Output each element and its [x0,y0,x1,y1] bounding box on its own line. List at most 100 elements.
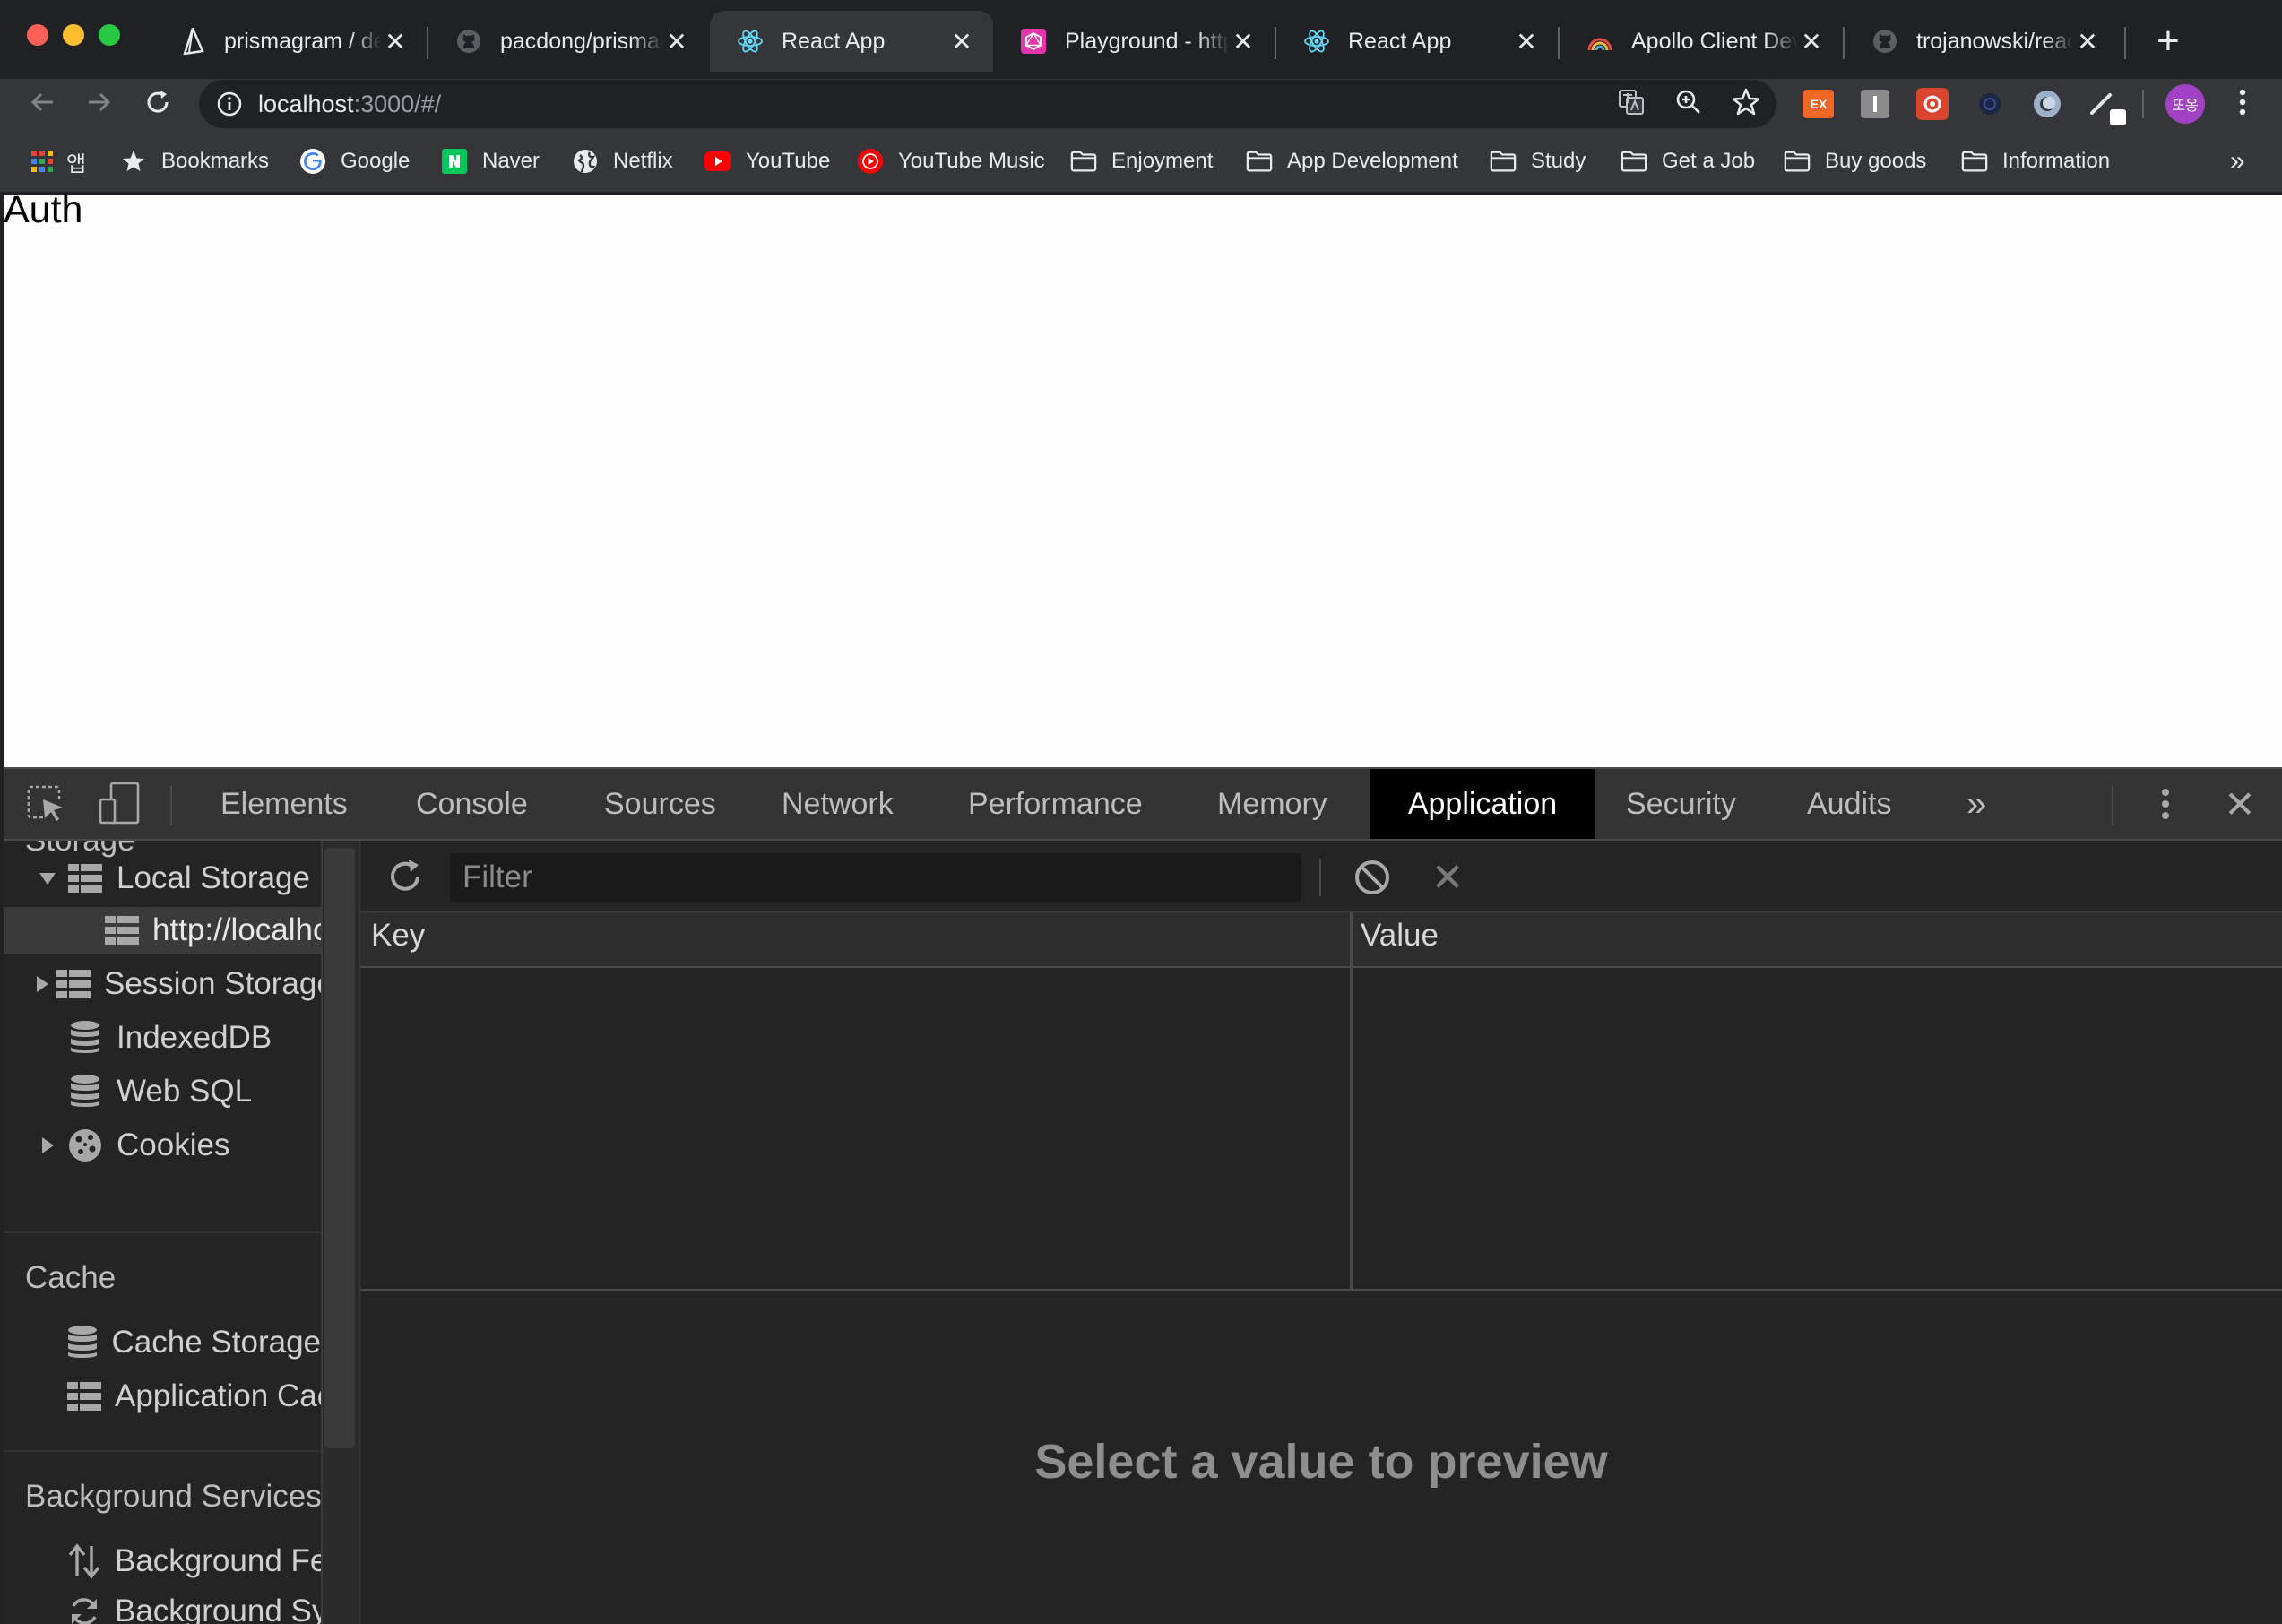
sidebar-item-websql[interactable]: Web SQL [4,1068,321,1115]
inspect-element-button[interactable] [25,783,66,825]
sidebar-item-indexeddb[interactable]: IndexedDB [4,1015,321,1061]
filter-input[interactable]: Filter [450,853,1301,902]
sidebar-item-background-fetch[interactable]: Background Fetch [4,1538,321,1585]
devtools-tab-sources[interactable]: Sources [574,769,747,839]
sidebar-section-background-services: Background Services [25,1479,321,1514]
block-icon [1352,860,1393,902]
browser-tab[interactable]: Apollo Client Devtools ✕ [1560,11,1843,72]
reload-button[interactable] [140,86,176,122]
bookmark-label: Netflix [613,149,673,173]
column-divider[interactable] [1350,912,1353,1291]
back-button[interactable] [25,86,61,122]
table-grid-icon [66,1378,102,1414]
bookmark-folder[interactable]: App Development [1246,143,1458,179]
sidebar-divider [4,1231,321,1233]
bookmark-folder[interactable]: Get a Job [1621,143,1755,179]
close-window-button[interactable] [27,24,48,46]
browser-tab[interactable]: React App ✕ [1276,11,1558,72]
browser-tab[interactable]: trojanowski/react-apollo-hooks ✕ [1845,11,2119,72]
graphql-icon [1020,28,1047,55]
forward-button[interactable] [81,86,117,122]
browser-tab[interactable]: Playground - http://localhost:4000 ✕ [993,11,1275,72]
devtools-tab-performance[interactable]: Performance [938,769,1173,839]
bookmark-item[interactable]: YouTube [704,143,830,179]
bookmark-folder[interactable]: Enjoyment [1070,143,1213,179]
extension-dark-icon[interactable] [1975,90,2004,118]
delete-selected-button[interactable]: ✕ [1427,856,1468,900]
extension-i-icon[interactable] [1861,90,1889,118]
react-icon [737,28,764,55]
extension-ring-icon[interactable] [2031,88,2063,120]
tab-close-button[interactable]: ✕ [1798,28,1825,56]
sidebar-item-label: Web SQL [117,1074,253,1109]
bookmark-label: Bookmarks [161,149,270,173]
tab-close-button[interactable]: ✕ [1230,28,1257,56]
column-header-value[interactable]: Value [1361,918,1439,954]
zoom-button[interactable] [1671,86,1707,122]
extension-ex-icon[interactable]: EX [1803,90,1834,118]
tab-close-button[interactable]: ✕ [382,28,409,56]
devtools-tab-application[interactable]: Application [1370,769,1595,839]
devtools-tab-memory[interactable]: Memory [1187,769,1358,839]
extension-pen-icon[interactable] [2088,88,2128,127]
devtools-close-button[interactable]: ✕ [2217,782,2262,826]
devtools-tab-console[interactable]: Console [385,769,558,839]
column-header-key[interactable]: Key [371,918,425,954]
tab-close-button[interactable]: ✕ [948,28,975,56]
bookmark-item[interactable]: Netflix [572,143,673,179]
devtools-menu-button[interactable] [2153,782,2178,826]
devtools-tab-security[interactable]: Security [1595,769,1767,839]
database-icon [66,1020,104,1056]
bookmark-item[interactable]: Bookmarks [120,143,269,179]
browser-tab[interactable]: prismagram / dev ✕ [152,11,427,72]
bookmark-item[interactable]: Google [299,143,410,179]
sidebar-item-local-storage[interactable]: Local Storage [4,855,321,902]
bookmark-folder[interactable]: Study [1490,143,1586,179]
url-text[interactable]: localhost:3000/#/ [258,91,441,118]
devtools-tab-elements[interactable]: Elements [190,769,378,839]
tab-close-button[interactable]: ✕ [663,28,690,56]
bookmark-star-button[interactable] [1728,86,1764,122]
sidebar-item-local-origin[interactable]: http://localhost:3000 [4,907,321,954]
tab-close-button[interactable]: ✕ [1513,28,1540,56]
minimize-window-button[interactable] [63,24,84,46]
vertical-dots-icon [2238,88,2247,121]
tab-close-button[interactable]: ✕ [2074,28,2101,56]
google-icon [299,148,326,175]
extension-apollo-icon[interactable] [1916,88,1949,120]
bookmark-item[interactable]: YouTube Music [857,143,1045,179]
profile-avatar[interactable]: 또옹 [2165,84,2205,124]
browser-tab[interactable]: pacdong/prismagram ✕ [428,11,708,72]
devtools-tab-network[interactable]: Network [751,769,924,839]
grid-preview-splitter[interactable] [360,1289,2282,1291]
devtools-tab-audits[interactable]: Audits [1776,769,1923,839]
sidebar-item-label: http://localhost:3000 [152,912,321,947]
bookmark-item[interactable]: Naver [441,143,540,179]
react-icon [1303,28,1330,55]
refresh-button[interactable] [384,855,427,898]
sidebar-item-label: Cache Storage [111,1325,321,1360]
sidebar-item-cache-storage[interactable]: Cache Storage [4,1319,321,1366]
browser-menu-button[interactable] [2225,86,2260,122]
sidebar-scrollbar-thumb[interactable] [324,848,355,1448]
sidebar-item-application-cache[interactable]: Application Cache [4,1373,321,1420]
bookmarks-overflow-button[interactable]: » [2230,143,2245,179]
sidebar-item-cookies[interactable]: Cookies [4,1122,321,1169]
devtools-divider [2112,785,2113,825]
bookmark-folder[interactable]: Information [1961,143,2110,179]
folder-icon [1490,148,1517,175]
devtools-more-tabs-button[interactable]: » [1936,769,2017,839]
bookmark-folder[interactable]: Buy goods [1784,143,1926,179]
new-tab-button[interactable]: + [2149,18,2187,65]
translate-button[interactable] [1613,86,1649,122]
star-icon [120,148,147,175]
browser-tab-active[interactable]: React App ✕ [710,11,993,72]
site-info-icon[interactable] [215,90,244,118]
device-toolbar-button[interactable] [97,782,142,826]
bookmark-apps[interactable]: 앱 [29,143,86,179]
zoom-window-button[interactable] [99,24,120,46]
sidebar-item-session-storage[interactable]: Session Storage [4,961,321,1007]
table-grid-icon [104,912,140,948]
sidebar-item-background-sync[interactable]: Background Sync [4,1588,321,1624]
clear-all-button[interactable] [1352,857,1393,898]
